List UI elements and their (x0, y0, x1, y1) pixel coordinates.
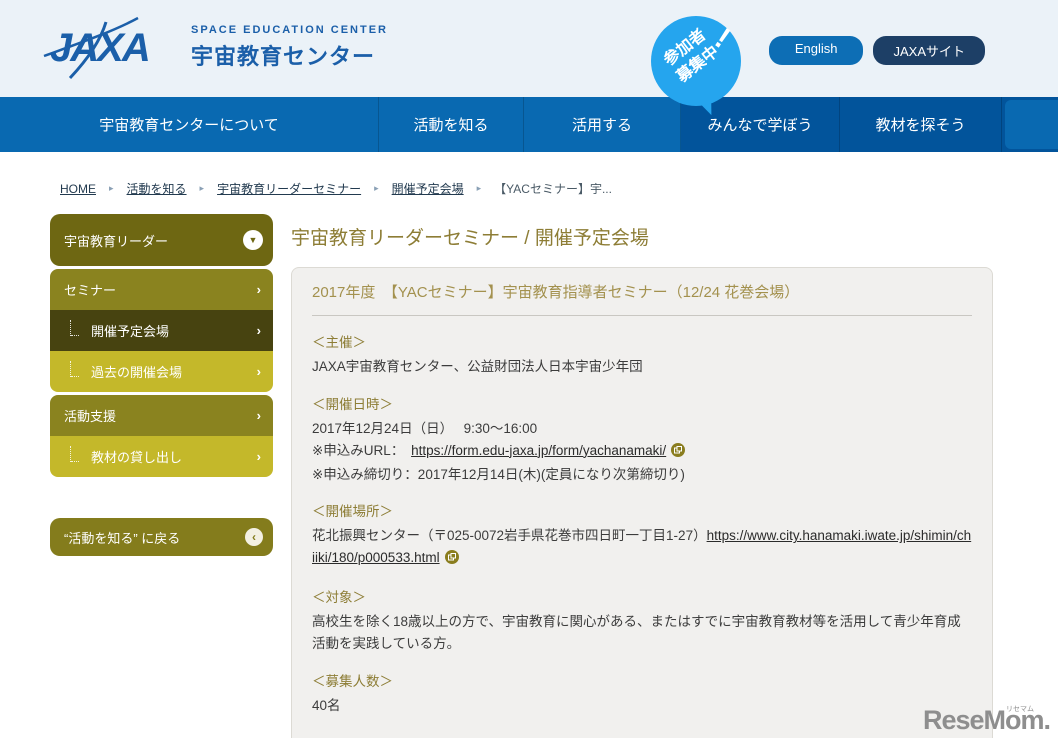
content-row: 宇宙教育リーダー ▼ セミナー › 開催予定会場 › 過去の開催会場 › 活動支… (0, 197, 1058, 738)
jaxa-swoosh-icon (42, 14, 177, 80)
sidebar-item-upcoming-venues[interactable]: 開催予定会場 › (50, 310, 273, 351)
host-value: JAXA宇宙教育センター、公益財団法人日本宇宙少年団 (312, 356, 972, 378)
capacity-label: ＜募集人数＞ (312, 670, 972, 690)
breadcrumb-upcoming-venues[interactable]: 開催予定会場 (392, 180, 464, 197)
seminar-detail-card: 2017年度 【YACセミナー】宇宙教育指導者セミナー（12/24 花巻会場） … (291, 267, 993, 738)
chevron-right-icon: › (257, 408, 261, 423)
application-deadline: ※申込み締切り：2017年12月14日(木)(定員になり次第締切り) (312, 464, 972, 486)
external-link-icon[interactable] (445, 549, 459, 571)
breadcrumb-arrow-icon: ▸ (477, 183, 482, 194)
chevron-right-icon: › (257, 282, 261, 297)
recruiting-badge[interactable]: 参加者 募集中 ! (651, 16, 741, 106)
venue-label: ＜開催場所＞ (312, 500, 972, 520)
tree-branch-icon (70, 446, 83, 462)
nav-filler (1002, 97, 1058, 152)
nav-item-about[interactable]: 宇宙教育センターについて (0, 97, 379, 152)
sidebar-item-past-venues[interactable]: 過去の開催会場 › (50, 351, 273, 392)
external-link-icon[interactable] (671, 442, 685, 464)
host-label: ＜主催＞ (312, 331, 972, 351)
breadcrumb-know-activities[interactable]: 活動を知る (127, 180, 187, 197)
nav-filler-tab (1005, 100, 1058, 149)
back-to-activities-button[interactable]: “活動を知る” に戻る ‹ (50, 518, 273, 556)
resemom-watermark-ruby: リセマム (1006, 704, 1034, 714)
sidebar-item-label: 教材の貸し出し (91, 447, 182, 466)
sidebar-item-label: セミナー (64, 280, 116, 299)
sidebar-item-label: 開催予定会場 (91, 321, 169, 340)
application-url-prefix: ※申込みURL： (312, 443, 411, 458)
header-buttons: English JAXAサイト (769, 36, 985, 65)
site-logo[interactable]: JAXA SPACE EDUCATION CENTER 宇宙教育センター (42, 14, 388, 80)
logo-subtitle-jp: 宇宙教育センター (191, 39, 388, 71)
jaxa-logo-mark: JAXA (42, 14, 177, 80)
seminar-card-title: 2017年度 【YACセミナー】宇宙教育指導者セミナー（12/24 花巻会場） (312, 281, 972, 302)
venue-row: 花北振興センター（〒025-0072岩手県花巻市四日町一丁目1-27）https… (312, 525, 972, 571)
sidebar: 宇宙教育リーダー ▼ セミナー › 開催予定会場 › 過去の開催会場 › 活動支… (50, 214, 273, 556)
jaxa-site-button[interactable]: JAXAサイト (873, 36, 985, 65)
page: JAXA SPACE EDUCATION CENTER 宇宙教育センター Eng… (0, 0, 1058, 738)
capacity-value: 40名 (312, 695, 972, 717)
chevron-right-icon: › (257, 364, 261, 379)
application-url-link[interactable]: https://form.edu-jaxa.jp/form/yachanamak… (411, 443, 666, 458)
chevron-down-icon: ▼ (243, 230, 263, 250)
sidebar-item-label: 活動支援 (64, 406, 116, 425)
venue-text: 花北振興センター（〒025-0072岩手県花巻市四日町一丁目1-27） (312, 528, 707, 543)
chevron-left-icon: ‹ (245, 528, 263, 546)
resemom-watermark: リセマム ReseMom. (923, 705, 1050, 736)
application-url-row: ※申込みURL： https://form.edu-jaxa.jp/form/y… (312, 440, 972, 464)
breadcrumb: HOME ▸ 活動を知る ▸ 宇宙教育リーダーセミナー ▸ 開催予定会場 ▸ 【… (0, 152, 1058, 197)
back-button-label: “活動を知る” に戻る (64, 528, 180, 547)
logo-subtitle-en: SPACE EDUCATION CENTER (191, 24, 388, 36)
target-label: ＜対象＞ (312, 586, 972, 606)
sidebar-item-activity-support[interactable]: 活動支援 › (50, 395, 273, 436)
breadcrumb-leader-seminar[interactable]: 宇宙教育リーダーセミナー (217, 180, 361, 197)
tree-branch-icon (70, 361, 83, 377)
nav-item-utilize[interactable]: 活用する (524, 97, 681, 152)
card-divider (312, 315, 972, 316)
breadcrumb-home[interactable]: HOME (60, 182, 96, 196)
header: JAXA SPACE EDUCATION CENTER 宇宙教育センター Eng… (0, 0, 1058, 97)
breadcrumb-current-page: 【YACセミナー】宇... (494, 180, 612, 197)
nav-item-find-materials[interactable]: 教材を探そう (840, 97, 1002, 152)
tree-branch-icon (70, 320, 83, 336)
global-nav: 宇宙教育センターについて 活動を知る 活用する みんなで学ぼう 教材を探そう (0, 97, 1058, 152)
datetime-value: 2017年12月24日（日） 9:30～16:00 (312, 418, 972, 440)
sidebar-item-label: 過去の開催会場 (91, 362, 182, 381)
sidebar-item-label: 宇宙教育リーダー (64, 231, 168, 250)
chevron-right-icon: › (257, 323, 261, 338)
sidebar-item-seminar[interactable]: セミナー › (50, 269, 273, 310)
sidebar-item-material-lending[interactable]: 教材の貸し出し › (50, 436, 273, 477)
sidebar-item-leader[interactable]: 宇宙教育リーダー ▼ (50, 214, 273, 266)
english-button[interactable]: English (769, 36, 864, 65)
nav-item-know-activities[interactable]: 活動を知る (379, 97, 524, 152)
main-content: 宇宙教育リーダーセミナー / 開催予定会場 2017年度 【YACセミナー】宇宙… (291, 197, 993, 738)
datetime-label: ＜開催日時＞ (312, 393, 972, 413)
chevron-right-icon: › (257, 449, 261, 464)
target-value: 高校生を除く18歳以上の方で、宇宙教育に関心がある、またはすでに宇宙教育教材等を… (312, 611, 972, 655)
logo-text: SPACE EDUCATION CENTER 宇宙教育センター (191, 24, 388, 71)
page-title: 宇宙教育リーダーセミナー / 開催予定会場 (291, 223, 993, 250)
breadcrumb-arrow-icon: ▸ (109, 183, 114, 194)
breadcrumb-arrow-icon: ▸ (200, 183, 205, 194)
breadcrumb-arrow-icon: ▸ (374, 183, 379, 194)
